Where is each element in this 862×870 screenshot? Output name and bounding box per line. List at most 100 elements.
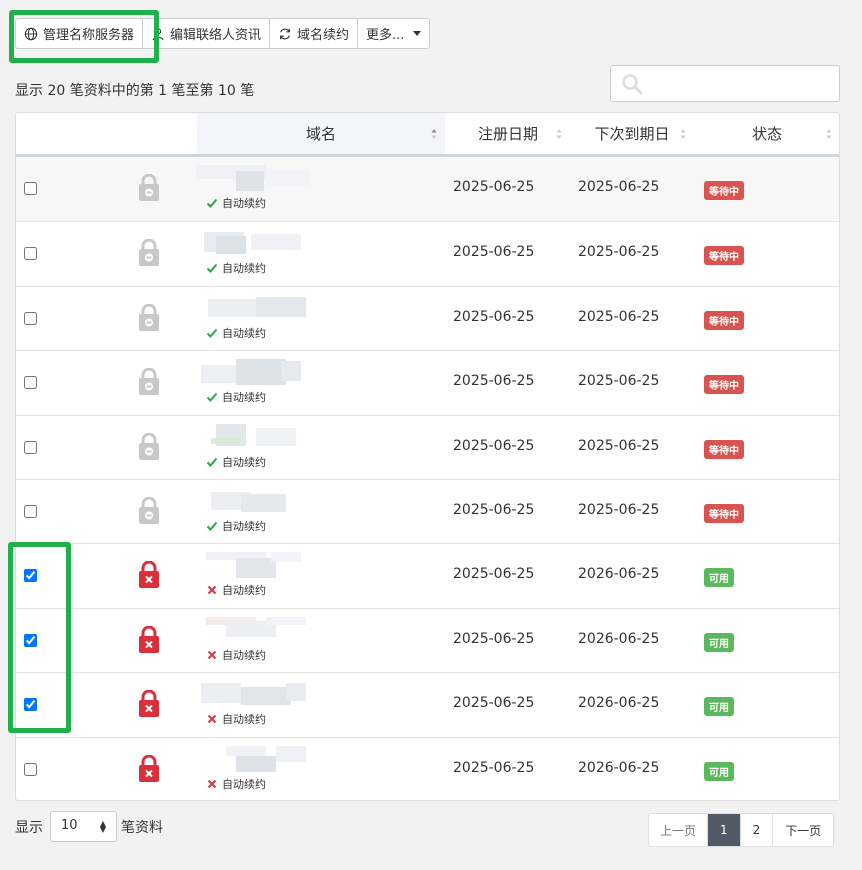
domain-name-redacted[interactable]: [196, 488, 311, 514]
exp-date-cell: 2026-06-25: [578, 630, 660, 647]
locked-gray-lock-icon: [139, 497, 159, 524]
sort-icon: [556, 129, 562, 139]
reg-date-cell: 2025-06-25: [453, 502, 535, 518]
table-row[interactable]: 自动续约 2025-06-25 2025-06-25 等待中: [16, 221, 839, 285]
cross-icon: [207, 650, 217, 660]
page-size-select[interactable]: 10 ▲ ▼: [50, 811, 117, 842]
domain-name-redacted[interactable]: [196, 165, 311, 191]
table-row[interactable]: 自动续约 2025-06-25 2025-06-25 等待中: [16, 479, 839, 543]
search-icon: [622, 74, 643, 95]
exp-date-cell: 2025-06-25: [578, 244, 660, 261]
table-row[interactable]: 自动续约 2025-06-25 2026-06-25 可用: [16, 672, 839, 736]
prev-page-button[interactable]: 上一页: [649, 814, 709, 846]
redaction-block: [226, 745, 266, 756]
row-checkbox[interactable]: [24, 376, 37, 390]
edit-contact-button[interactable]: 编辑联络人资讯: [143, 19, 271, 48]
redaction-block: [266, 616, 306, 625]
check-icon: [206, 393, 218, 403]
table-header: 域名 注册日期 下次到期日 状态: [16, 113, 839, 157]
caret-down-icon: [413, 31, 422, 36]
page-button-2[interactable]: 2: [741, 814, 774, 846]
search-box[interactable]: [610, 65, 840, 102]
exp-date-cell: 2026-06-25: [578, 566, 660, 583]
renew-button[interactable]: 域名续约: [270, 19, 359, 48]
exp-date-cell: 2025-06-25: [578, 437, 660, 454]
domain-name-redacted[interactable]: [196, 230, 311, 256]
refresh-icon: [280, 28, 290, 39]
row-checkbox[interactable]: [24, 182, 37, 195]
records-info: 显示 20 笔资料中的第 1 笔至第 10 笔: [15, 83, 255, 99]
pagination: 上一页 1 2 下一页: [648, 813, 835, 847]
auto-renew-indicator: 自动续约: [206, 776, 266, 792]
select-arrows-icon: ▲ ▼: [99, 819, 106, 834]
domain-name-redacted[interactable]: [196, 359, 311, 386]
column-header-domain-label: 域名: [305, 125, 336, 143]
domain-name-redacted[interactable]: [196, 295, 311, 321]
next-page-button[interactable]: 下一页: [773, 814, 833, 846]
column-header-domain[interactable]: 域名: [197, 113, 445, 154]
redaction-block: [276, 745, 306, 762]
more-dropdown-button[interactable]: 更多...: [358, 19, 429, 48]
row-checkbox[interactable]: [24, 311, 37, 325]
table-row[interactable]: 自动续约 2025-06-25 2026-06-25 可用: [16, 607, 839, 672]
action-toolbar: 管理名称服务器 编辑联络人资讯 域名续约 更多...: [15, 18, 431, 49]
table-row[interactable]: 自动续约 2025-06-25 2025-06-25 等待中: [16, 285, 839, 350]
cross-icon: [207, 586, 217, 595]
cross-icon: [207, 714, 217, 724]
row-checkbox[interactable]: [24, 698, 37, 712]
auto-renew-label: 自动续约: [222, 520, 266, 533]
redaction-block: [241, 494, 286, 512]
exp-date-cell: 2025-06-25: [578, 502, 660, 518]
table-row[interactable]: 自动续约 2025-06-25 2026-06-25 可用: [16, 736, 839, 800]
exp-date-cell: 2026-06-25: [578, 695, 660, 712]
reg-date-cell: 2025-06-25: [453, 759, 535, 776]
domain-name-redacted[interactable]: [196, 745, 311, 772]
page-button-1[interactable]: 1: [708, 814, 741, 846]
redaction-block: [236, 755, 276, 772]
edit-contact-label: 编辑联络人资讯: [170, 28, 262, 43]
unlocked-red-lock-icon: [139, 754, 159, 782]
column-header-reg-date[interactable]: 注册日期: [446, 113, 570, 154]
row-checkbox[interactable]: [24, 762, 37, 776]
user-icon: [152, 27, 164, 40]
domain-name-redacted[interactable]: [196, 616, 311, 643]
manage-nameservers-button[interactable]: 管理名称服务器: [16, 19, 144, 48]
table-row[interactable]: 自动续约 2025-06-25 2025-06-25 等待中: [16, 414, 839, 479]
table-row[interactable]: 自动续约 2025-06-25 2025-06-25 等待中: [16, 350, 839, 414]
auto-renew-indicator: 自动续约: [206, 325, 266, 341]
domain-name-redacted[interactable]: [196, 552, 311, 579]
redaction-block: [241, 687, 291, 706]
domain-name-redacted[interactable]: [196, 681, 311, 707]
check-icon: [206, 328, 218, 338]
redaction-block: [256, 427, 296, 446]
exp-date-cell: 2025-06-25: [578, 308, 660, 325]
auto-renew-label: 自动续约: [222, 455, 266, 469]
row-checkbox[interactable]: [24, 569, 37, 583]
more-label: 更多...: [366, 28, 405, 43]
domain-name-redacted[interactable]: [196, 423, 311, 450]
table-row[interactable]: 自动续约 2025-06-25 2025-06-25 等待中: [16, 157, 839, 221]
auto-renew-indicator: 自动续约: [206, 711, 266, 727]
status-badge: 等待中: [704, 181, 744, 200]
column-header-exp-date[interactable]: 下次到期日: [570, 113, 694, 154]
check-icon: [206, 198, 218, 208]
redaction-block: [236, 171, 264, 191]
row-checkbox[interactable]: [24, 440, 37, 454]
globe-icon: [24, 27, 38, 40]
sort-icon: [680, 129, 686, 139]
search-input[interactable]: [651, 72, 831, 96]
row-checkbox[interactable]: [24, 505, 37, 518]
reg-date-cell: 2025-06-25: [453, 308, 535, 325]
column-header-status[interactable]: 状态: [694, 113, 839, 154]
table-row[interactable]: 自动续约 2025-06-25 2026-06-25 可用: [16, 543, 839, 607]
status-badge: 可用: [704, 568, 734, 588]
status-badge: 等待中: [704, 310, 744, 330]
status-badge: 可用: [704, 697, 734, 717]
sort-icon: [826, 129, 832, 139]
locked-gray-lock-icon: [139, 368, 159, 396]
auto-renew-label: 自动续约: [222, 648, 266, 662]
redaction-block: [216, 236, 246, 255]
row-checkbox[interactable]: [24, 247, 37, 261]
row-checkbox[interactable]: [24, 633, 37, 647]
exp-date-cell: 2026-06-25: [578, 759, 660, 776]
